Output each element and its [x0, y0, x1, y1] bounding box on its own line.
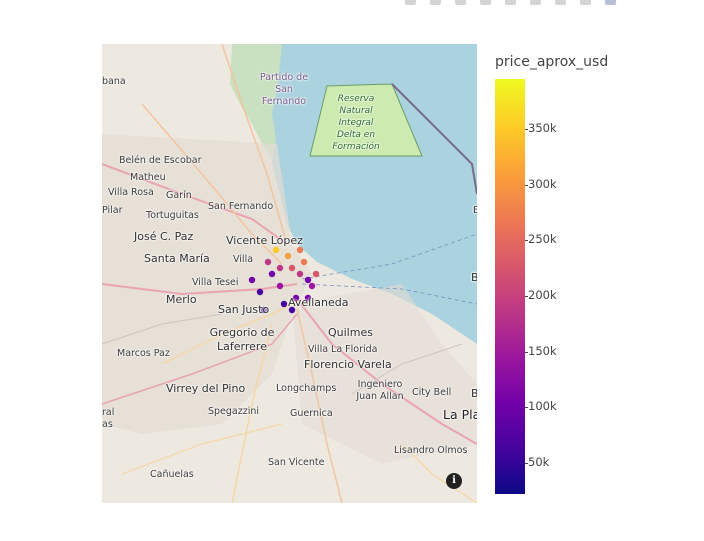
colorbar-tick-mark	[525, 295, 528, 297]
colorbar	[495, 79, 525, 494]
data-point[interactable]	[268, 270, 276, 278]
colorbar-tick-label: 150k	[528, 343, 557, 358]
modebar	[405, 0, 620, 8]
data-point[interactable]	[300, 258, 308, 266]
data-point[interactable]	[260, 306, 268, 314]
colorbar-tick-mark	[525, 240, 528, 242]
zoom-in-icon[interactable]	[505, 0, 516, 5]
data-point[interactable]	[280, 300, 288, 308]
colorbar-tick-label: 250k	[528, 232, 557, 247]
lasso-icon[interactable]	[480, 0, 491, 5]
camera-icon[interactable]	[405, 0, 416, 5]
colorbar-tick-label: 50k	[528, 454, 550, 469]
colorbar-tick-mark	[525, 129, 528, 131]
data-point[interactable]	[284, 252, 292, 260]
plotly-logo-icon[interactable]	[605, 0, 616, 5]
data-point[interactable]	[292, 294, 300, 302]
colorbar-tick-mark	[525, 184, 528, 186]
data-point[interactable]	[308, 282, 316, 290]
colorbar-title: price_aprox_usd	[495, 54, 609, 70]
data-point[interactable]	[264, 258, 272, 266]
data-point[interactable]	[288, 264, 296, 272]
data-point[interactable]	[256, 288, 264, 296]
colorbar-tick-mark	[525, 351, 528, 353]
data-point[interactable]	[304, 276, 312, 284]
map-area[interactable]: Partido de San Fernando Reserva Natural I…	[102, 44, 477, 503]
data-point[interactable]	[296, 246, 304, 254]
colorbar-tick-mark	[525, 407, 528, 409]
map-attribution-info-button[interactable]: i	[446, 473, 462, 489]
data-point[interactable]	[312, 270, 320, 278]
data-point[interactable]	[296, 270, 304, 278]
autoscale-icon[interactable]	[555, 0, 566, 5]
colorbar-tick-label: 300k	[528, 176, 557, 191]
colorbar-tick-label: 350k	[528, 121, 557, 136]
zoom-out-icon[interactable]	[530, 0, 541, 5]
pan-icon[interactable]	[430, 0, 441, 5]
data-point[interactable]	[288, 306, 296, 314]
colorbar-tick-label: 100k	[528, 399, 557, 414]
map-tiles	[102, 44, 477, 503]
home-icon[interactable]	[580, 0, 591, 5]
box-select-icon[interactable]	[455, 0, 466, 5]
data-point[interactable]	[304, 294, 312, 302]
data-point[interactable]	[276, 264, 284, 272]
data-point[interactable]	[276, 282, 284, 290]
data-point[interactable]	[272, 246, 280, 254]
colorbar-tick-label: 200k	[528, 287, 557, 302]
colorbar-tick-mark	[525, 462, 528, 464]
data-point[interactable]	[248, 276, 256, 284]
